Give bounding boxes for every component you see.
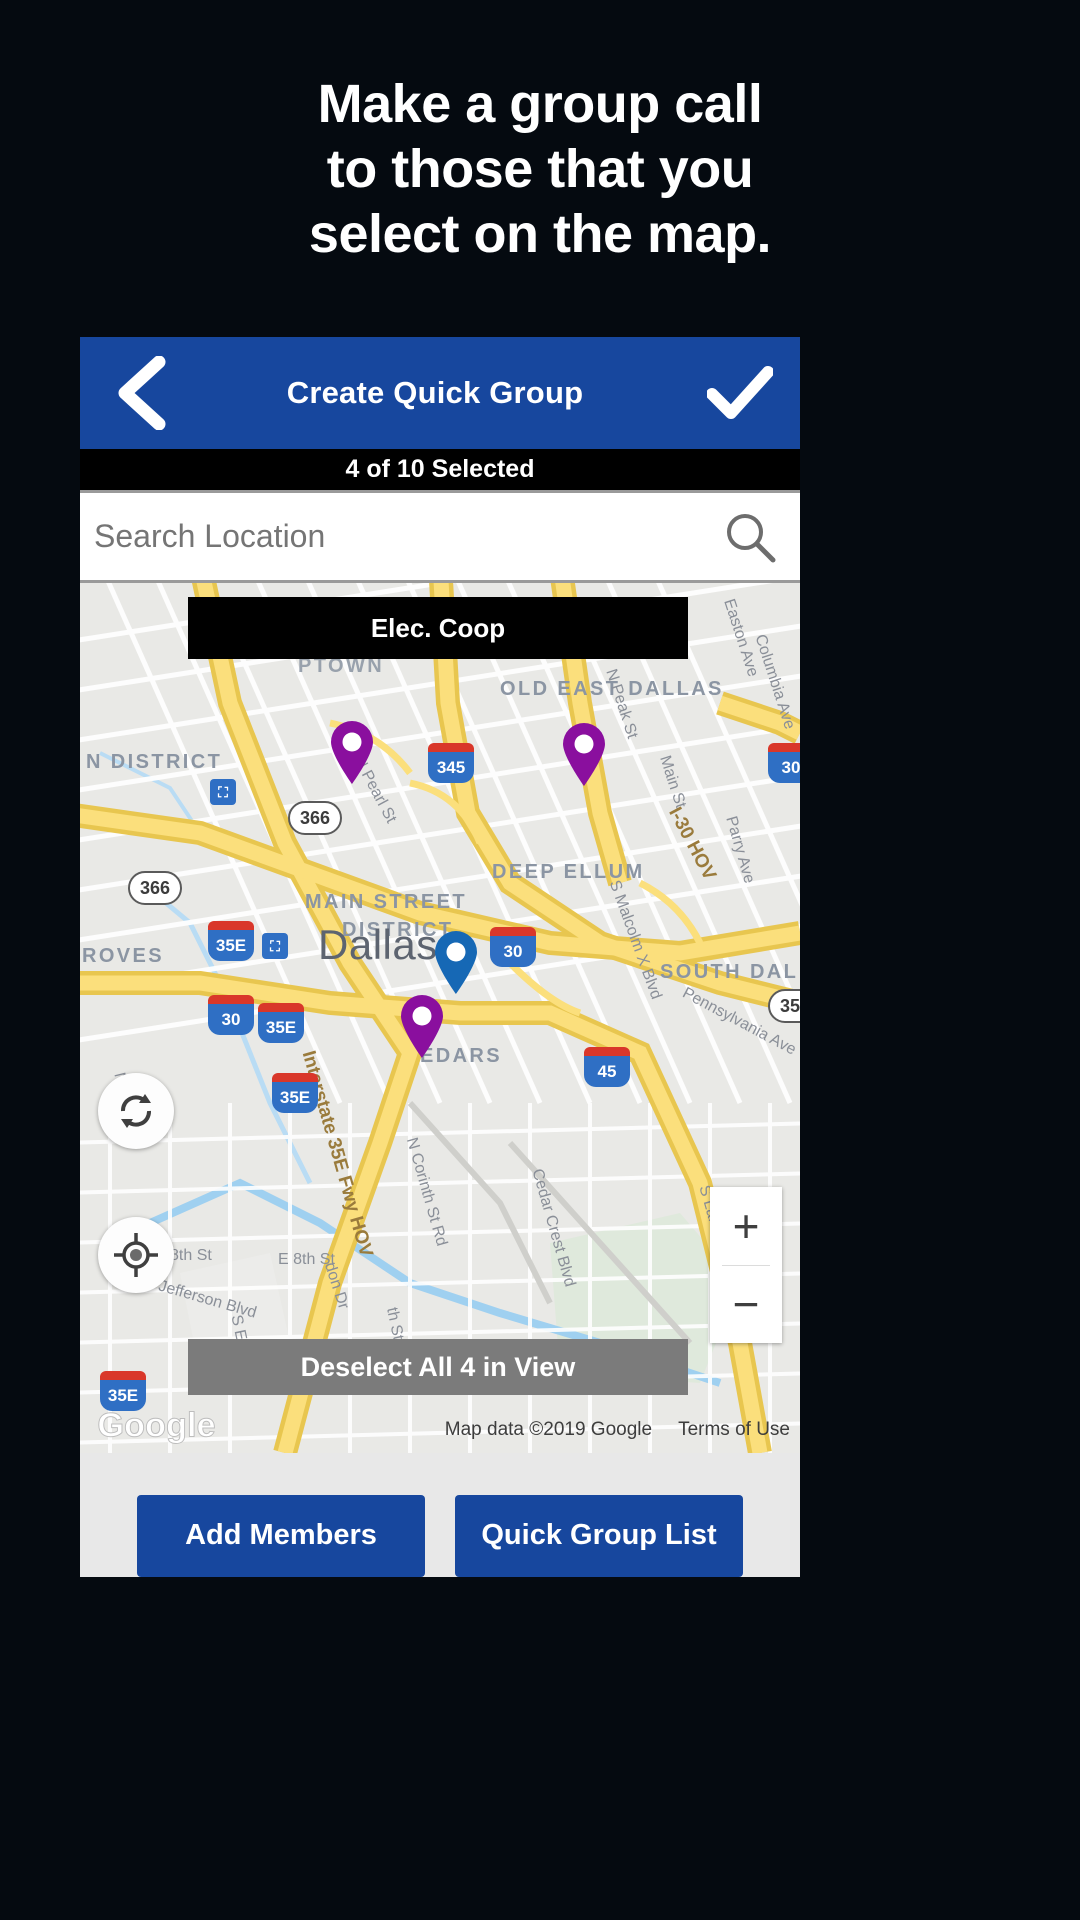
map-marker-selected[interactable]: [560, 723, 608, 787]
search-input[interactable]: [94, 518, 722, 555]
promo-headline-line-1: Make a group call: [317, 74, 763, 134]
selection-count-bar: 4 of 10 Selected: [80, 449, 800, 493]
route-shield-icon: 352: [768, 989, 800, 1023]
bottom-action-bar: Add Members Quick Group List: [80, 1453, 800, 1577]
quick-group-list-button[interactable]: Quick Group List: [455, 1494, 743, 1577]
map-tooltip: Elec. Coop: [188, 597, 688, 659]
zoom-out-button[interactable]: −: [710, 1266, 782, 1344]
map-area-label: ROVES: [82, 945, 165, 967]
promo-screenshot: Make a group call to those that you sele…: [0, 0, 1080, 1920]
map-attribution: Map data ©2019 Google Terms of Use: [445, 1419, 790, 1441]
refresh-icon: [121, 1094, 151, 1128]
deselect-all-label: Deselect All 4 in View: [300, 1351, 576, 1382]
map-marker-current[interactable]: [432, 931, 480, 995]
highway-shield-icon: 30: [768, 743, 800, 783]
selection-count-label: 4 of 10 Selected: [345, 455, 535, 483]
deselect-all-button[interactable]: Deselect All 4 in View: [188, 1339, 688, 1395]
promo-headline-line-2: to those that you: [326, 139, 754, 199]
highway-shield-icon: 45: [584, 1047, 630, 1087]
map-area-label: N DISTRICT: [86, 751, 223, 773]
svg-text:Google: Google: [97, 1407, 215, 1445]
highway-shield-icon: 30: [490, 927, 536, 967]
zoom-in-button[interactable]: +: [710, 1187, 782, 1265]
map-data-credit: Map data ©2019 Google: [444, 1419, 653, 1440]
app-bar: Create Quick Group: [80, 337, 800, 449]
promo-headline: Make a group call to those that you sele…: [0, 72, 1080, 267]
zoom-controls[interactable]: + −: [710, 1187, 782, 1343]
confirm-button[interactable]: [680, 337, 800, 449]
highway-shield-icon: 30: [208, 995, 254, 1035]
promo-headline-line-3: select on the map.: [308, 204, 772, 264]
google-logo: Google: [97, 1406, 216, 1445]
add-members-button[interactable]: Add Members: [137, 1494, 425, 1577]
highway-shield-icon: 35E: [258, 1003, 304, 1043]
map-view[interactable]: Elec. Coop OLD EAST DALLAS N DISTRICT DE…: [80, 583, 800, 1453]
my-location-button[interactable]: [98, 1217, 174, 1293]
refresh-button[interactable]: [98, 1073, 174, 1149]
map-area-label: MAIN STREET: [305, 891, 467, 913]
route-shield-icon: 366: [128, 871, 182, 905]
page-title: Create Quick Group: [286, 375, 584, 410]
chevron-left-icon: [118, 356, 166, 430]
transit-station-icon: ⛶: [262, 933, 288, 959]
map-marker-selected[interactable]: [328, 721, 376, 785]
app-screen: Create Quick Group 4 of 10 Selected Sear…: [80, 337, 800, 1577]
map-marker-selected[interactable]: [398, 995, 446, 1059]
route-shield-icon: 366: [288, 801, 342, 835]
map-area-label: SOUTH DAL: [660, 961, 799, 983]
search-bar[interactable]: [80, 493, 800, 583]
back-button[interactable]: [80, 337, 200, 449]
map-street-label: 8th St: [170, 1247, 212, 1264]
search-icon[interactable]: [722, 509, 778, 565]
highway-shield-icon: 345: [428, 743, 474, 783]
terms-of-use-link[interactable]: Terms of Use: [678, 1419, 790, 1441]
transit-station-icon: ⛶: [210, 779, 236, 805]
my-location-icon: [114, 1233, 158, 1277]
map-tooltip-label: Elec. Coop: [370, 612, 506, 643]
highway-shield-icon: 35E: [272, 1073, 318, 1113]
highway-shield-icon: 35E: [208, 921, 254, 961]
check-icon: [707, 366, 773, 419]
map-city-label: Dallas: [318, 921, 438, 968]
